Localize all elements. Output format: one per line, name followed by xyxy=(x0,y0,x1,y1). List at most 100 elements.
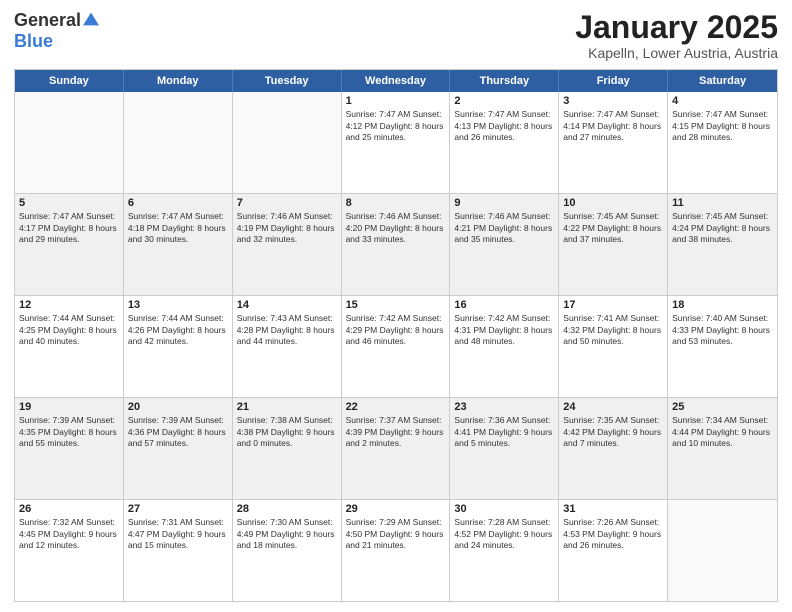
day-info-0-6: Sunrise: 7:47 AM Sunset: 4:15 PM Dayligh… xyxy=(672,109,773,143)
cal-cell-1-0: 5 Sunrise: 7:47 AM Sunset: 4:17 PM Daylig… xyxy=(15,194,124,295)
day-info-1-2: Sunrise: 7:46 AM Sunset: 4:19 PM Dayligh… xyxy=(237,211,337,245)
header-saturday: Saturday xyxy=(668,70,777,92)
logo-general-text: General xyxy=(14,10,81,31)
day-number-1-5: 10 xyxy=(563,197,663,209)
cal-cell-3-4: 23 Sunrise: 7:36 AM Sunset: 4:41 PM Dayli… xyxy=(450,398,559,499)
cal-cell-4-2: 28Sunrise: 7:30 AM Sunset: 4:49 PM Dayli… xyxy=(233,500,342,601)
main-container: General Blue January 2025 Kapelln, Lower… xyxy=(0,0,792,612)
day-number-1-0: 5 xyxy=(19,197,119,209)
header-monday: Monday xyxy=(124,70,233,92)
day-number-1-4: 9 xyxy=(454,197,554,209)
day-info-2-5: Sunrise: 7:41 AM Sunset: 4:32 PM Dayligh… xyxy=(563,313,663,347)
month-title: January 2025 xyxy=(575,10,778,45)
day-number-2-4: 16 xyxy=(454,299,554,311)
cal-cell-4-3: 29 Sunrise: 7:29 AM Sunset: 4:50 PM Dayli… xyxy=(342,500,451,601)
day-info-3-2: Sunrise: 7:38 AM Sunset: 4:38 PM Dayligh… xyxy=(237,415,337,449)
day-number-3-0: 19 xyxy=(19,401,119,413)
cal-cell-3-6: 25 Sunrise: 7:34 AM Sunset: 4:44 PM Dayli… xyxy=(668,398,777,499)
day-number-4-3: 29 xyxy=(346,503,446,515)
day-number-2-0: 12 xyxy=(19,299,119,311)
cal-cell-2-2: 14Sunrise: 7:43 AM Sunset: 4:28 PM Dayli… xyxy=(233,296,342,397)
cal-cell-3-1: 20 Sunrise: 7:39 AM Sunset: 4:36 PM Dayli… xyxy=(124,398,233,499)
day-number-1-2: 7 xyxy=(237,197,337,209)
cal-cell-4-6 xyxy=(668,500,777,601)
day-info-4-2: Sunrise: 7:30 AM Sunset: 4:49 PM Dayligh… xyxy=(237,517,337,551)
day-info-4-3: Sunrise: 7:29 AM Sunset: 4:50 PM Dayligh… xyxy=(346,517,446,551)
day-info-2-1: Sunrise: 7:44 AM Sunset: 4:26 PM Dayligh… xyxy=(128,313,228,347)
day-number-3-1: 20 xyxy=(128,401,228,413)
day-number-1-3: 8 xyxy=(346,197,446,209)
day-number-1-6: 11 xyxy=(672,197,773,209)
day-info-3-1: Sunrise: 7:39 AM Sunset: 4:36 PM Dayligh… xyxy=(128,415,228,449)
cal-cell-3-0: 19 Sunrise: 7:39 AM Sunset: 4:35 PM Dayli… xyxy=(15,398,124,499)
day-info-3-0: Sunrise: 7:39 AM Sunset: 4:35 PM Dayligh… xyxy=(19,415,119,449)
day-number-4-4: 30 xyxy=(454,503,554,515)
cal-cell-0-2 xyxy=(233,92,342,193)
cal-row-0: 1 Sunrise: 7:47 AM Sunset: 4:12 PM Daylig… xyxy=(15,92,777,193)
day-info-0-3: Sunrise: 7:47 AM Sunset: 4:12 PM Dayligh… xyxy=(346,109,446,143)
cal-cell-2-0: 12 Sunrise: 7:44 AM Sunset: 4:25 PM Dayli… xyxy=(15,296,124,397)
day-number-4-1: 27 xyxy=(128,503,228,515)
cal-cell-1-4: 9 Sunrise: 7:46 AM Sunset: 4:21 PM Daylig… xyxy=(450,194,559,295)
day-number-2-2: 14 xyxy=(237,299,337,311)
cal-cell-3-5: 24 Sunrise: 7:35 AM Sunset: 4:42 PM Dayli… xyxy=(559,398,668,499)
cal-row-4: 26 Sunrise: 7:32 AM Sunset: 4:45 PM Dayli… xyxy=(15,499,777,601)
day-info-2-0: Sunrise: 7:44 AM Sunset: 4:25 PM Dayligh… xyxy=(19,313,119,347)
day-info-1-5: Sunrise: 7:45 AM Sunset: 4:22 PM Dayligh… xyxy=(563,211,663,245)
cal-cell-4-5: 31 Sunrise: 7:26 AM Sunset: 4:53 PM Dayli… xyxy=(559,500,668,601)
cal-cell-4-0: 26 Sunrise: 7:32 AM Sunset: 4:45 PM Dayli… xyxy=(15,500,124,601)
cal-cell-2-1: 13 Sunrise: 7:44 AM Sunset: 4:26 PM Dayli… xyxy=(124,296,233,397)
header-friday: Friday xyxy=(559,70,668,92)
cal-cell-0-4: 2 Sunrise: 7:47 AM Sunset: 4:13 PM Daylig… xyxy=(450,92,559,193)
cal-cell-0-3: 1 Sunrise: 7:47 AM Sunset: 4:12 PM Daylig… xyxy=(342,92,451,193)
cal-row-1: 5 Sunrise: 7:47 AM Sunset: 4:17 PM Daylig… xyxy=(15,193,777,295)
calendar-body: 1 Sunrise: 7:47 AM Sunset: 4:12 PM Daylig… xyxy=(15,92,777,601)
day-number-2-3: 15 xyxy=(346,299,446,311)
cal-cell-2-3: 15Sunrise: 7:42 AM Sunset: 4:29 PM Dayli… xyxy=(342,296,451,397)
day-number-0-3: 1 xyxy=(346,95,446,107)
day-number-0-4: 2 xyxy=(454,95,554,107)
day-info-2-6: Sunrise: 7:40 AM Sunset: 4:33 PM Dayligh… xyxy=(672,313,773,347)
header-thursday: Thursday xyxy=(450,70,559,92)
day-info-1-1: Sunrise: 7:47 AM Sunset: 4:18 PM Dayligh… xyxy=(128,211,228,245)
day-info-1-0: Sunrise: 7:47 AM Sunset: 4:17 PM Dayligh… xyxy=(19,211,119,245)
day-info-1-3: Sunrise: 7:46 AM Sunset: 4:20 PM Dayligh… xyxy=(346,211,446,245)
day-number-3-4: 23 xyxy=(454,401,554,413)
day-number-1-1: 6 xyxy=(128,197,228,209)
day-number-3-5: 24 xyxy=(563,401,663,413)
day-number-3-2: 21 xyxy=(237,401,337,413)
cal-cell-1-5: 10 Sunrise: 7:45 AM Sunset: 4:22 PM Dayli… xyxy=(559,194,668,295)
cal-row-3: 19 Sunrise: 7:39 AM Sunset: 4:35 PM Dayli… xyxy=(15,397,777,499)
cal-cell-1-6: 11Sunrise: 7:45 AM Sunset: 4:24 PM Dayli… xyxy=(668,194,777,295)
day-number-4-0: 26 xyxy=(19,503,119,515)
day-info-3-4: Sunrise: 7:36 AM Sunset: 4:41 PM Dayligh… xyxy=(454,415,554,449)
cal-cell-1-1: 6 Sunrise: 7:47 AM Sunset: 4:18 PM Daylig… xyxy=(124,194,233,295)
day-info-4-5: Sunrise: 7:26 AM Sunset: 4:53 PM Dayligh… xyxy=(563,517,663,551)
day-info-4-1: Sunrise: 7:31 AM Sunset: 4:47 PM Dayligh… xyxy=(128,517,228,551)
header-wednesday: Wednesday xyxy=(342,70,451,92)
cal-cell-3-2: 21 Sunrise: 7:38 AM Sunset: 4:38 PM Dayli… xyxy=(233,398,342,499)
day-number-4-5: 31 xyxy=(563,503,663,515)
title-area: January 2025 Kapelln, Lower Austria, Aus… xyxy=(575,10,778,61)
day-info-1-4: Sunrise: 7:46 AM Sunset: 4:21 PM Dayligh… xyxy=(454,211,554,245)
logo-icon xyxy=(83,11,99,27)
day-info-0-4: Sunrise: 7:47 AM Sunset: 4:13 PM Dayligh… xyxy=(454,109,554,143)
page-header: General Blue January 2025 Kapelln, Lower… xyxy=(14,10,778,61)
cal-cell-0-6: 4 Sunrise: 7:47 AM Sunset: 4:15 PM Daylig… xyxy=(668,92,777,193)
day-number-3-3: 22 xyxy=(346,401,446,413)
day-info-0-5: Sunrise: 7:47 AM Sunset: 4:14 PM Dayligh… xyxy=(563,109,663,143)
day-number-2-6: 18 xyxy=(672,299,773,311)
calendar: Sunday Monday Tuesday Wednesday Thursday… xyxy=(14,69,778,602)
day-info-4-0: Sunrise: 7:32 AM Sunset: 4:45 PM Dayligh… xyxy=(19,517,119,551)
day-number-3-6: 25 xyxy=(672,401,773,413)
day-number-2-5: 17 xyxy=(563,299,663,311)
day-number-2-1: 13 xyxy=(128,299,228,311)
logo: General Blue xyxy=(14,10,99,52)
cal-cell-0-1 xyxy=(124,92,233,193)
cal-row-2: 12 Sunrise: 7:44 AM Sunset: 4:25 PM Dayli… xyxy=(15,295,777,397)
day-number-0-6: 4 xyxy=(672,95,773,107)
cal-cell-2-6: 18 Sunrise: 7:40 AM Sunset: 4:33 PM Dayli… xyxy=(668,296,777,397)
day-info-3-5: Sunrise: 7:35 AM Sunset: 4:42 PM Dayligh… xyxy=(563,415,663,449)
cal-cell-4-4: 30Sunrise: 7:28 AM Sunset: 4:52 PM Dayli… xyxy=(450,500,559,601)
day-info-3-6: Sunrise: 7:34 AM Sunset: 4:44 PM Dayligh… xyxy=(672,415,773,449)
